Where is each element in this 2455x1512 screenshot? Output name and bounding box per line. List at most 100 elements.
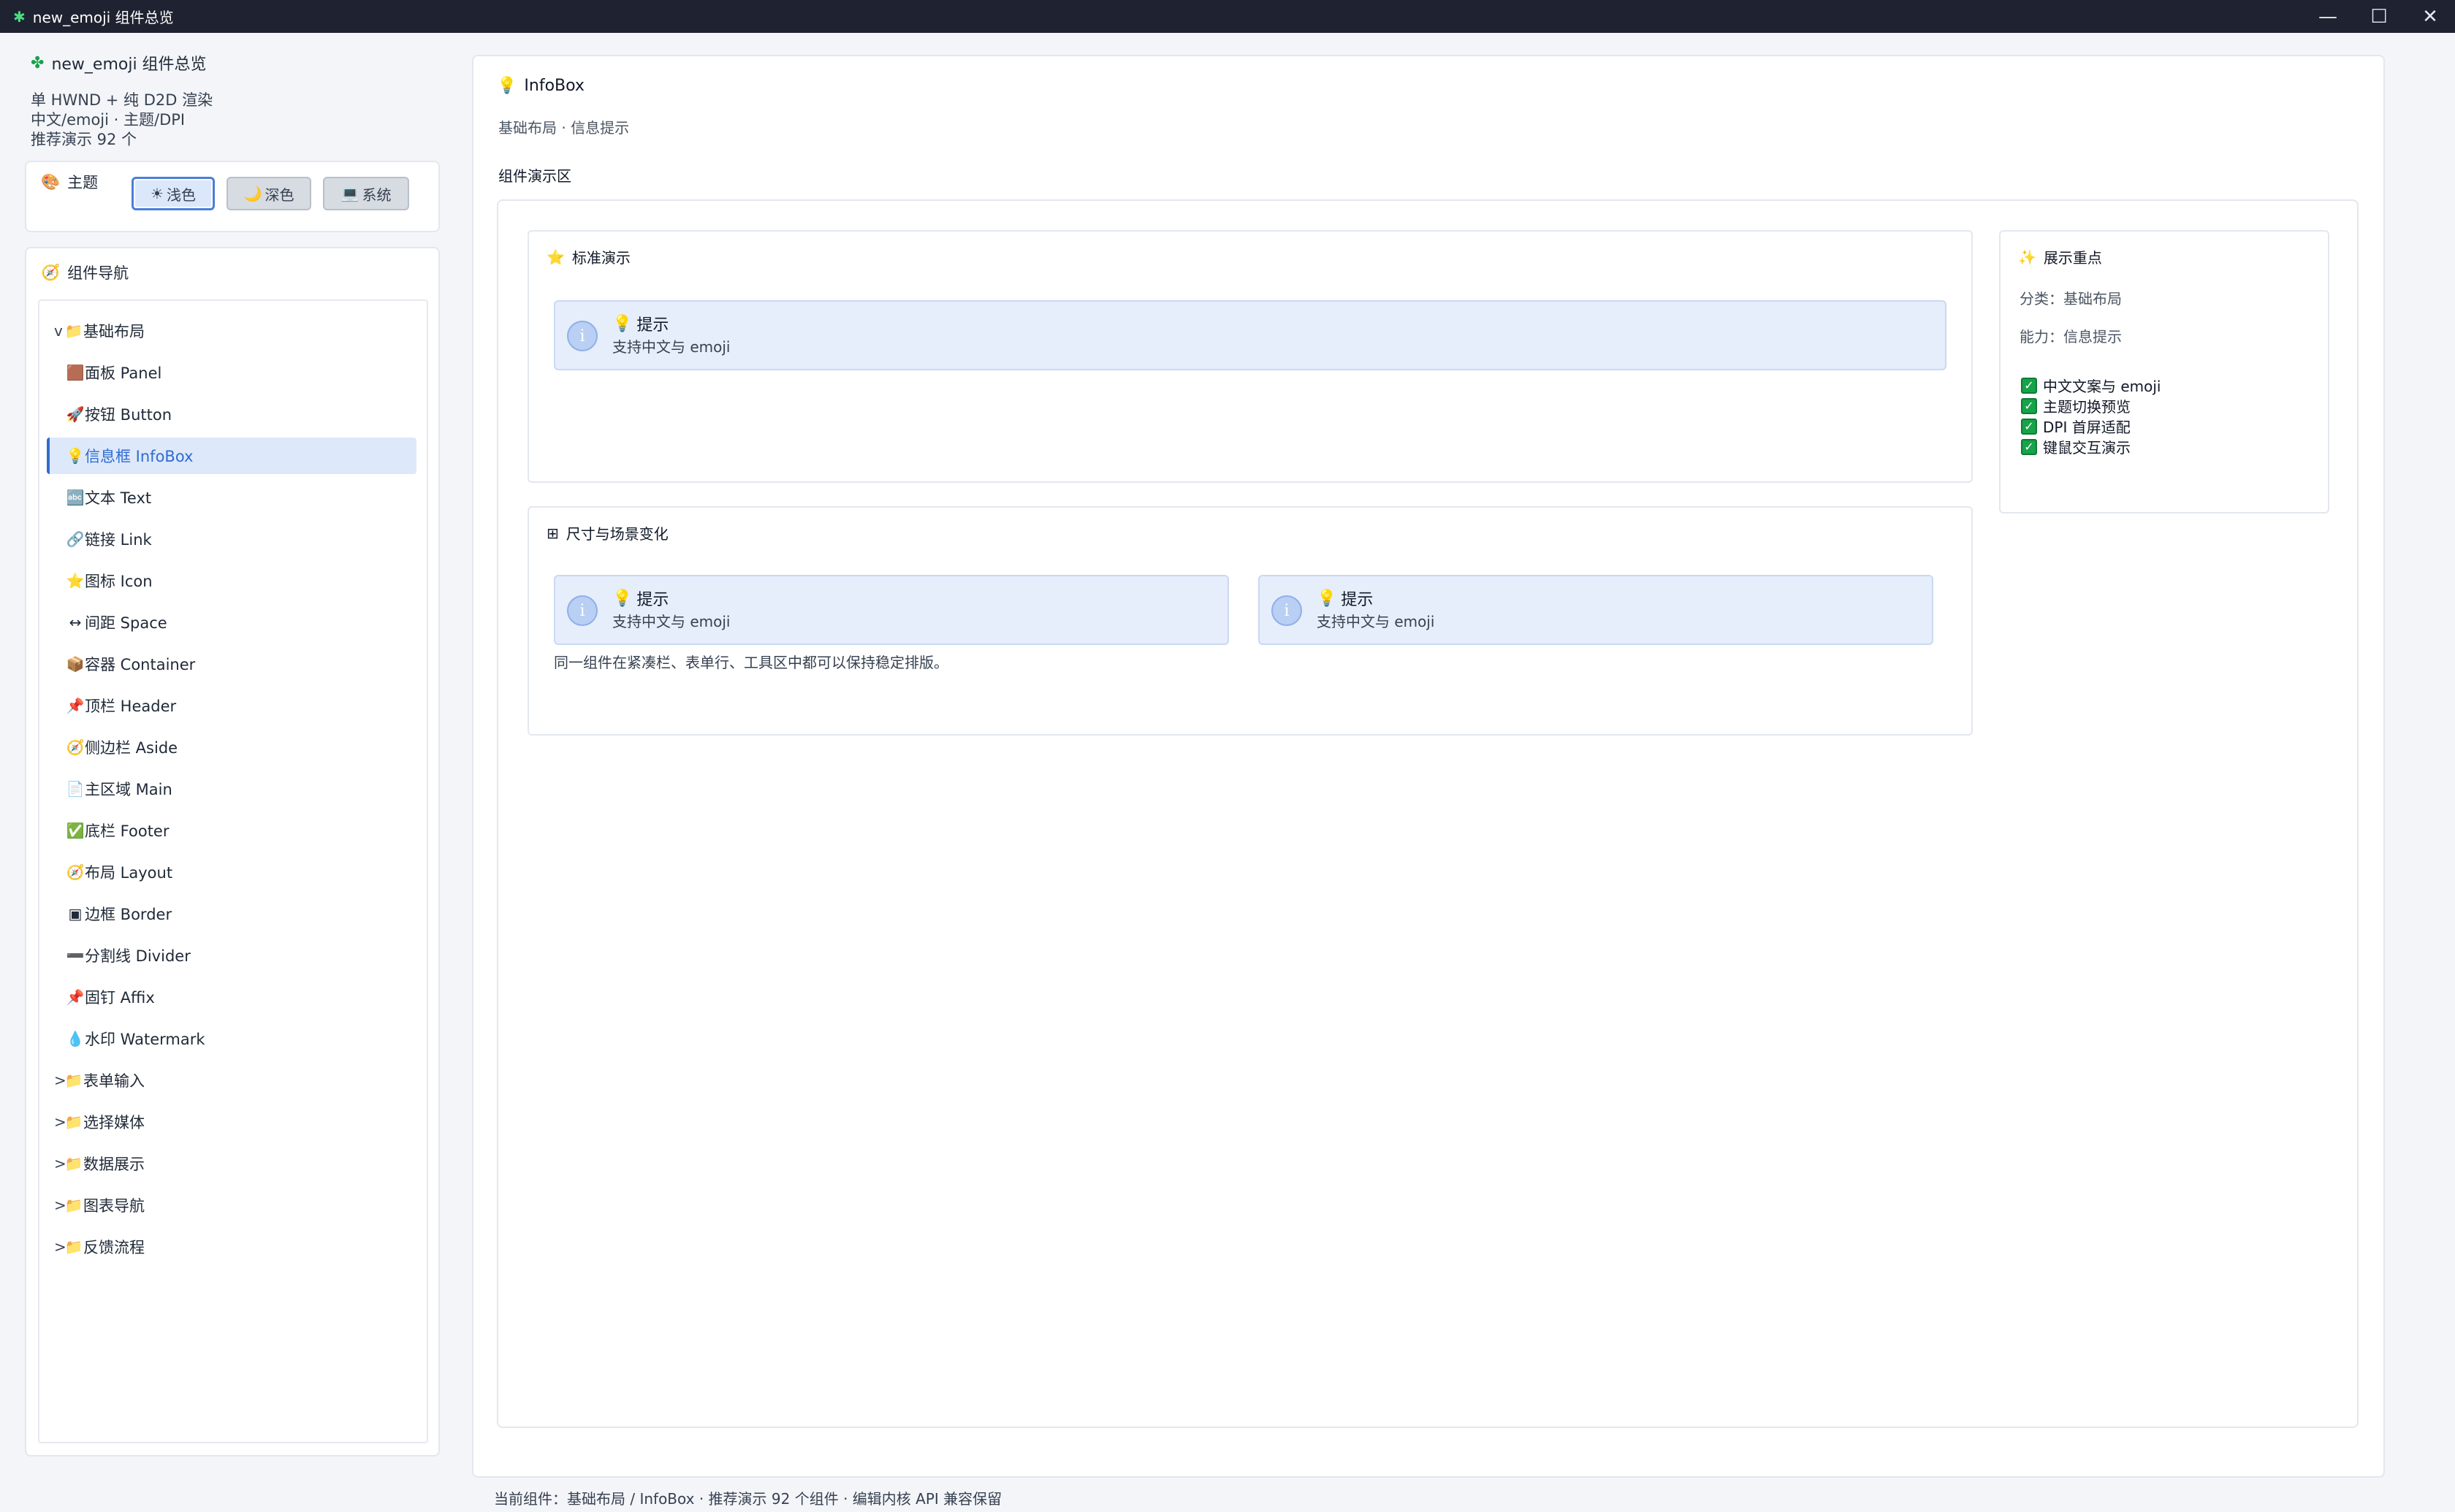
demo-area-label: 组件演示区 [498, 167, 571, 185]
component-icon: 🟫 [66, 364, 85, 381]
nav-item-label: 边框 Border [85, 906, 172, 923]
info-box-title-text: 提示 [1341, 591, 1374, 609]
nav-group[interactable]: > 📁 数据展示 [47, 1145, 416, 1182]
chevron-right-icon[interactable]: > [54, 1238, 66, 1256]
theme-light-button[interactable]: ☀ 浅色 [132, 177, 215, 210]
nav-item[interactable]: 🔤 文本 Text [47, 479, 416, 516]
nav-group[interactable]: > 📁 表单输入 [47, 1062, 416, 1099]
size-scene-note: 同一组件在紧凑栏、表单行、工具区中都可以保持稳定排版。 [554, 654, 948, 671]
nav-item[interactable]: ▣ 边框 Border [47, 896, 416, 932]
nav-item-label: 图表导航 [83, 1197, 145, 1215]
nav-item[interactable]: 🟫 面板 Panel [47, 354, 416, 391]
size-scene-title-text: 尺寸与场景变化 [566, 525, 669, 543]
main-panel: 💡 InfoBox 基础布局 · 信息提示 组件演示区 ⭐ 标准演示 i 💡 提… [472, 55, 2385, 1478]
info-icon: i [567, 321, 598, 351]
theme-label-text: 主题 [67, 174, 99, 191]
standard-demo-title-text: 标准演示 [571, 249, 631, 267]
minimize-button[interactable]: — [2303, 0, 2353, 33]
nav-item-label: 表单输入 [83, 1072, 145, 1090]
nav-group[interactable]: > 📁 图表导航 [47, 1187, 416, 1223]
checkmark-icon: ✓ [2021, 377, 2037, 394]
info-box[interactable]: i 💡 提示 支持中文与 emoji [554, 300, 1946, 370]
component-icon: 💡 [66, 447, 85, 465]
theme-dark-label: 深色 [264, 186, 294, 204]
nav-item-label: 水印 Watermark [85, 1031, 205, 1048]
nav-card: 🧭 组件导航 v 📁 基础布局 🟫 面板 Panel 🚀 按钮 Button 💡 信息框 Inf… [25, 247, 440, 1456]
nav-item[interactable]: 💡 信息框 InfoBox [47, 438, 416, 474]
nav-item[interactable]: 🔗 链接 Link [47, 521, 416, 557]
info-box-title-text: 提示 [636, 591, 669, 609]
nav-item[interactable]: ↔ 间距 Space [47, 604, 416, 641]
nav-item[interactable]: ✅ 底栏 Footer [47, 812, 416, 849]
nav-item-label: 底栏 Footer [85, 822, 170, 840]
app-logo-icon: ✱ [13, 7, 26, 26]
lightbulb-icon: 💡 [612, 314, 633, 333]
nav-item-label: 分割线 Divider [85, 947, 191, 965]
theme-light-label: 浅色 [166, 186, 196, 204]
theme-label: 🎨 主题 [41, 171, 98, 193]
nav-item-label: 信息框 InfoBox [85, 448, 194, 465]
nav-group[interactable]: v 📁 基础布局 [47, 313, 416, 349]
checkmark-icon: ✓ [2021, 397, 2037, 414]
nav-item[interactable]: 🧭 侧边栏 Aside [47, 729, 416, 765]
chevron-right-icon[interactable]: > [54, 1072, 66, 1089]
nav-item-label: 反馈流程 [83, 1239, 145, 1256]
compass-icon: 🧭 [41, 263, 61, 281]
close-button[interactable]: ✕ [2405, 0, 2455, 33]
grid-icon: ⊞ [547, 524, 559, 542]
nav-group[interactable]: > 📁 反馈流程 [47, 1229, 416, 1265]
chevron-right-icon[interactable]: > [54, 1113, 66, 1131]
folder-icon: 📁 [64, 1196, 83, 1214]
app-heading: ✤ new_emoji 组件总览 [31, 51, 207, 75]
nav-item[interactable]: ⭐ 图标 Icon [47, 562, 416, 599]
moon-icon: 🌙 [243, 185, 262, 202]
info-box-compact-1[interactable]: i 💡 提示 支持中文与 emoji [554, 575, 1229, 645]
nav-item-label: 按钮 Button [85, 406, 172, 424]
component-icon: ➖ [66, 947, 85, 964]
component-icon: 🚀 [66, 405, 85, 423]
nav-item[interactable]: 💧 水印 Watermark [47, 1020, 416, 1057]
info-box-compact-2[interactable]: i 💡 提示 支持中文与 emoji [1258, 575, 1933, 645]
nav-item[interactable]: 🧭 布局 Layout [47, 854, 416, 890]
component-icon: 🔗 [66, 530, 85, 548]
chevron-right-icon[interactable]: > [54, 1196, 66, 1214]
nav-item-label: 链接 Link [85, 531, 152, 549]
theme-dark-button[interactable]: 🌙 深色 [227, 177, 311, 210]
nav-group[interactable]: > 📁 选择媒体 [47, 1104, 416, 1140]
checkmark-icon: ✓ [2021, 438, 2037, 455]
standard-demo-section: ⭐ 标准演示 i 💡 提示 支持中文与 emoji [528, 230, 1973, 483]
component-icon: ✅ [66, 822, 85, 839]
nav-item-label: 主区域 Main [85, 781, 172, 798]
chevron-down-icon[interactable]: v [54, 322, 64, 340]
nav-item[interactable]: ➖ 分割线 Divider [47, 937, 416, 974]
clover-icon: ✤ [31, 53, 45, 72]
laptop-icon: 💻 [340, 185, 359, 202]
palette-icon: 🎨 [41, 172, 61, 191]
check-item-label: DPI 首屏适配 [2043, 419, 2131, 436]
theme-system-button[interactable]: 💻 系统 [323, 177, 409, 210]
chevron-right-icon[interactable]: > [54, 1155, 66, 1172]
focus-section: ✨ 展示重点 分类：基础布局 能力：信息提示 ✓ 中文文案与 emoji ✓ 主… [1999, 230, 2329, 513]
folder-icon: 📁 [64, 1155, 83, 1172]
info-box-title-text: 提示 [636, 316, 669, 335]
maximize-button[interactable]: ☐ [2354, 0, 2404, 33]
nav-item[interactable]: 📄 主区域 Main [47, 771, 416, 807]
nav-item[interactable]: 📌 顶栏 Header [47, 687, 416, 724]
checkmark-icon: ✓ [2021, 418, 2037, 435]
page-title-text: InfoBox [524, 77, 585, 95]
demo-area: ⭐ 标准演示 i 💡 提示 支持中文与 emoji ⊞ 尺寸与场景变化 i 💡 … [497, 199, 2359, 1428]
nav-item[interactable]: 📌 固钉 Affix [47, 979, 416, 1015]
component-icon: 🧭 [66, 863, 85, 881]
lightbulb-icon: 💡 [497, 77, 517, 95]
check-item: ✓ 中文文案与 emoji [2021, 375, 2161, 396]
component-icon: ▣ [68, 905, 83, 923]
subtitle-line-3: 推荐演示 92 个 [31, 131, 137, 148]
component-icon: 📦 [66, 655, 85, 673]
lightbulb-icon: 💡 [612, 589, 633, 608]
component-icon: 📌 [66, 697, 85, 714]
nav-item[interactable]: 📦 容器 Container [47, 646, 416, 682]
theme-card: 🎨 主题 ☀ 浅色 🌙 深色 💻 系统 [25, 161, 440, 232]
info-box-desc: 支持中文与 emoji [612, 338, 731, 356]
folder-icon: 📁 [64, 322, 83, 340]
nav-item[interactable]: 🚀 按钮 Button [47, 396, 416, 432]
